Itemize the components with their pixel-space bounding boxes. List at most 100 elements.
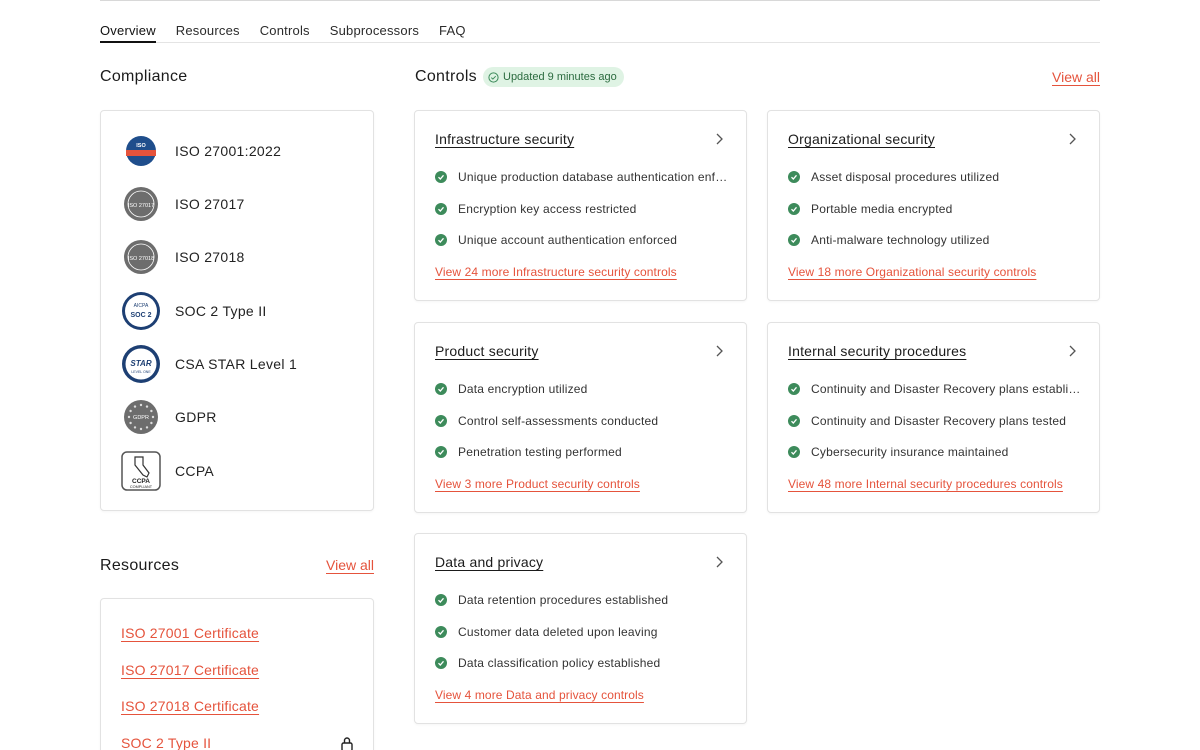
tab-faq[interactable]: FAQ <box>439 22 466 43</box>
control-item-label: Asset disposal procedures utilized <box>811 170 1000 184</box>
compliance-panel: ISO ISO 27001:2022 ISO 27017 ISO 27017 I… <box>100 110 374 511</box>
card-title[interactable]: Data and privacy <box>435 554 543 570</box>
tab-subprocessors[interactable]: Subprocessors <box>330 22 419 43</box>
iso-27001-badge-icon: ISO <box>121 131 161 171</box>
lock-icon <box>341 737 353 750</box>
control-item-label: Continuity and Disaster Recovery plans t… <box>811 414 1067 428</box>
compliance-name: ISO 27017 <box>175 196 245 212</box>
check-icon <box>435 415 447 427</box>
chevron-right-icon[interactable] <box>1065 132 1079 146</box>
check-icon <box>435 446 447 458</box>
control-item: Cybersecurity insurance maintained <box>788 444 1083 460</box>
view-more-link[interactable]: View 48 more Internal security procedure… <box>788 477 1063 491</box>
check-icon <box>435 203 447 215</box>
control-item: Anti-malware technology utilized <box>788 232 1083 248</box>
control-item: Encryption key access restricted <box>435 201 730 217</box>
control-item: Continuity and Disaster Recovery plans e… <box>788 381 1083 397</box>
control-item-label: Penetration testing performed <box>458 445 622 459</box>
compliance-item: STAR LEVEL ONE CSA STAR Level 1 <box>121 344 297 384</box>
compliance-name: ISO 27018 <box>175 249 245 265</box>
view-more-link[interactable]: View 4 more Data and privacy controls <box>435 688 644 702</box>
ccpa-badge-icon: CCPA COMPLIANT <box>121 451 161 491</box>
control-item: Unique production database authenticatio… <box>435 169 730 185</box>
resources-heading: Resources <box>100 557 180 574</box>
resource-link[interactable]: ISO 27018 Certificate <box>121 698 259 714</box>
control-item: Unique account authentication enforced <box>435 232 730 248</box>
compliance-item: ISO 27018 ISO 27018 <box>121 237 245 277</box>
card-title[interactable]: Infrastructure security <box>435 131 574 147</box>
control-item-label: Portable media encrypted <box>811 202 953 216</box>
resources-panel: ISO 27001 Certificate ISO 27017 Certific… <box>100 598 374 750</box>
badge-label: GDPR <box>133 415 149 421</box>
tab-controls[interactable]: Controls <box>260 22 310 43</box>
controls-view-all-link[interactable]: View all <box>1052 69 1100 85</box>
badge-label: ISO 27018 <box>128 256 154 262</box>
control-item-label: Control self-assessments conducted <box>458 414 659 428</box>
soc2-badge-icon: AICPA SOC 2 <box>121 291 161 331</box>
check-icon <box>435 383 447 395</box>
csa-star-badge-icon: STAR LEVEL ONE <box>121 344 161 384</box>
check-icon <box>788 234 800 246</box>
chevron-right-icon[interactable] <box>712 555 726 569</box>
resource-link[interactable]: SOC 2 Type II <box>121 735 211 750</box>
badge-label: AICPA <box>134 303 149 309</box>
control-item: Continuity and Disaster Recovery plans t… <box>788 413 1083 429</box>
chevron-right-icon[interactable] <box>712 132 726 146</box>
check-icon <box>788 383 800 395</box>
chevron-right-icon[interactable] <box>712 344 726 358</box>
check-circle-icon <box>488 71 499 83</box>
control-item: Portable media encrypted <box>788 201 1083 217</box>
control-card-organizational: Organizational security Asset disposal p… <box>767 110 1100 301</box>
resource-link[interactable]: ISO 27001 Certificate <box>121 625 259 641</box>
check-icon <box>788 446 800 458</box>
card-title[interactable]: Internal security procedures <box>788 343 966 359</box>
check-icon <box>788 203 800 215</box>
control-item: Control self-assessments conducted <box>435 413 730 429</box>
compliance-name: CCPA <box>175 463 215 479</box>
chevron-right-icon[interactable] <box>1065 344 1079 358</box>
card-title[interactable]: Organizational security <box>788 131 935 147</box>
iso-27017-badge-icon: ISO 27017 <box>121 184 161 224</box>
check-icon <box>788 171 800 183</box>
tab-overview[interactable]: Overview <box>100 22 156 43</box>
badge-label: CCPA <box>132 478 150 485</box>
card-title[interactable]: Product security <box>435 343 539 359</box>
compliance-name: ISO 27001:2022 <box>175 143 282 159</box>
control-item: Asset disposal procedures utilized <box>788 169 1083 185</box>
compliance-item: CCPA COMPLIANT CCPA <box>121 451 214 491</box>
control-item-label: Continuity and Disaster Recovery plans e… <box>811 382 1083 396</box>
tab-resources[interactable]: Resources <box>176 22 240 43</box>
view-more-link[interactable]: View 3 more Product security controls <box>435 477 640 491</box>
control-card-data-privacy: Data and privacy Data retention procedur… <box>414 533 747 724</box>
badge-label: ISO 27017 <box>128 203 154 209</box>
control-item-label: Customer data deleted upon leaving <box>458 625 658 639</box>
iso-27018-badge-icon: ISO 27018 <box>121 237 161 277</box>
view-more-link[interactable]: View 24 more Infrastructure security con… <box>435 265 677 279</box>
control-item-label: Encryption key access restricted <box>458 202 637 216</box>
compliance-item: AICPA SOC 2 SOC 2 Type II <box>121 291 267 331</box>
compliance-item: ISO ISO 27001:2022 <box>121 131 281 171</box>
view-more-link[interactable]: View 18 more Organizational security con… <box>788 265 1036 279</box>
badge-label: COMPLIANT <box>130 485 153 489</box>
control-item-label: Unique production database authenticatio… <box>458 170 730 184</box>
compliance-item: GDPR GDPR <box>121 397 217 437</box>
check-icon <box>788 415 800 427</box>
updated-badge-text: Updated 9 minutes ago <box>503 71 617 83</box>
control-item-label: Data classification policy established <box>458 656 661 670</box>
compliance-name: CSA STAR Level 1 <box>175 356 298 372</box>
controls-heading: Controls <box>415 68 477 85</box>
control-item-label: Cybersecurity insurance maintained <box>811 445 1009 459</box>
badge-label: ISO <box>136 143 146 149</box>
badge-label: LEVEL ONE <box>131 370 151 374</box>
control-item: Customer data deleted upon leaving <box>435 624 730 640</box>
control-item: Data classification policy established <box>435 655 730 671</box>
control-item-label: Data encryption utilized <box>458 382 588 396</box>
control-card-infrastructure: Infrastructure security Unique productio… <box>414 110 747 301</box>
control-item: Penetration testing performed <box>435 444 730 460</box>
resources-view-all-link[interactable]: View all <box>326 557 374 573</box>
control-item-label: Anti-malware technology utilized <box>811 233 990 247</box>
check-icon <box>435 171 447 183</box>
compliance-item: ISO 27017 ISO 27017 <box>121 184 245 224</box>
resource-link[interactable]: ISO 27017 Certificate <box>121 662 259 678</box>
compliance-name: SOC 2 Type II <box>175 303 267 319</box>
